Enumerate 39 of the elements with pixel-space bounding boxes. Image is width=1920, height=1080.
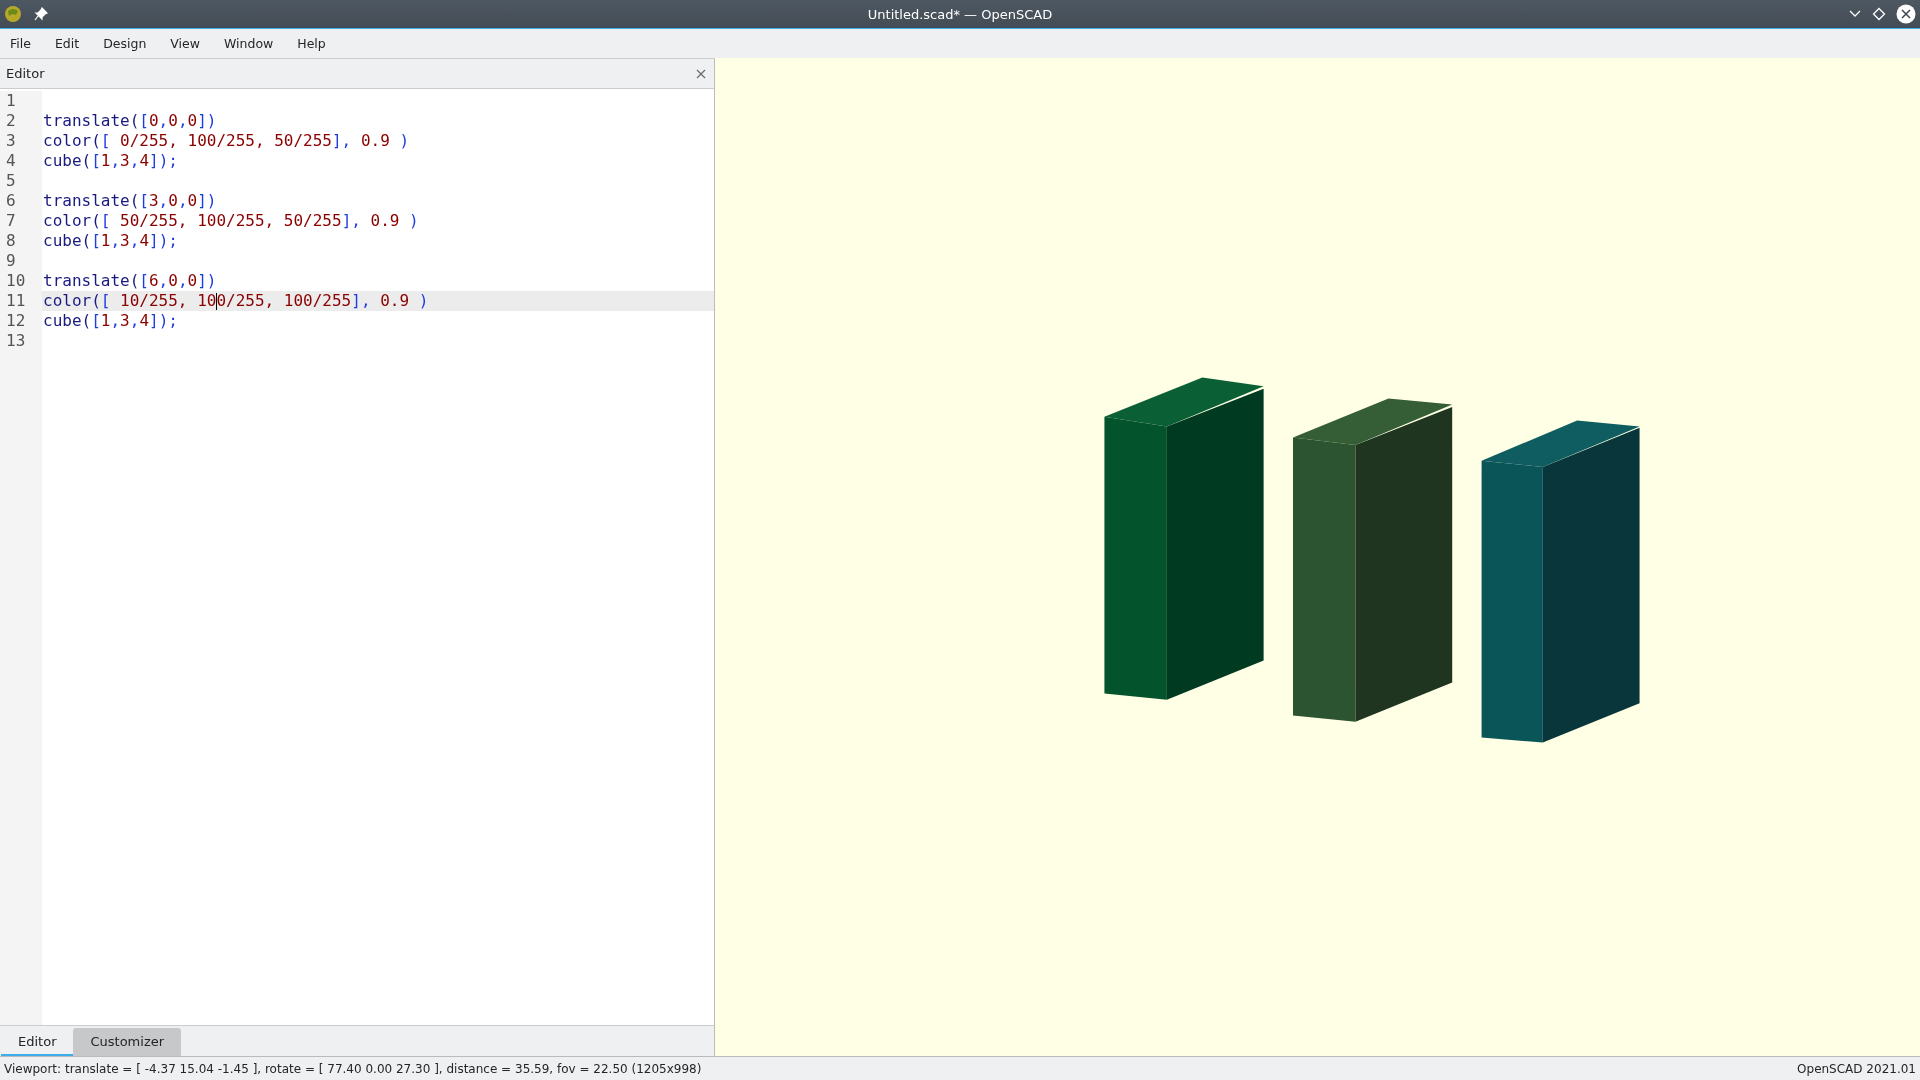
code-line: translate([6,0,0]) <box>43 271 217 290</box>
line-number: 6 <box>5 191 17 211</box>
line-number: 11 <box>5 291 27 311</box>
code-line: color([ 50/255, 100/255, 50/255], 0.9 ) <box>43 211 419 230</box>
menu-item[interactable]: Edit <box>46 36 88 51</box>
viewport-info: Viewport: translate = [ -4.37 15.04 -1.45 ], rotate = [ 77.40 0.00 27.30 ], distance = 35.59, fov = 22.50 (1205x998) <box>4 1061 702 1076</box>
code-line: color([ 0/255, 100/255, 50/255], 0.9 ) <box>43 131 410 150</box>
line-number: 8 <box>5 231 17 251</box>
line-number: 3 <box>5 131 17 151</box>
line-number: 5 <box>5 171 17 191</box>
close-icon[interactable] <box>696 68 706 79</box>
menu-item[interactable]: File <box>2 36 39 51</box>
version-label: OpenSCAD 2021.01 <box>1797 1061 1916 1076</box>
app-logo-icon <box>4 5 22 23</box>
menu-item[interactable]: Window <box>216 36 282 51</box>
line-number: 7 <box>5 211 17 231</box>
code-line: cube([1,3,4]); <box>43 311 178 330</box>
tab[interactable]: Customizer <box>73 1028 182 1056</box>
line-number: 10 <box>5 271 27 291</box>
line-number: 1 <box>5 91 17 111</box>
line-number: 4 <box>5 151 17 171</box>
code-line: cube([1,3,4]); <box>43 151 178 170</box>
menu-item[interactable]: View <box>162 36 208 51</box>
line-number: 2 <box>5 111 17 131</box>
minimize-chevron-icon[interactable] <box>1848 9 1862 19</box>
close-icon[interactable] <box>1896 4 1916 24</box>
maximize-diamond-icon[interactable] <box>1872 7 1886 21</box>
3d-viewport[interactable] <box>715 58 1920 1056</box>
line-number: 9 <box>5 251 17 271</box>
line-number: 13 <box>5 331 27 351</box>
menu-item[interactable]: Help <box>289 36 334 51</box>
line-number: 12 <box>5 311 27 331</box>
menu-item[interactable]: Design <box>95 36 155 51</box>
window-title: Untitled.scad* — OpenSCAD <box>867 6 1053 22</box>
code-line: translate([3,0,0]) <box>43 191 217 210</box>
pin-icon[interactable] <box>34 7 48 21</box>
panel-title: Editor <box>6 66 45 81</box>
code-line: translate([0,0,0]) <box>43 111 217 130</box>
code-line: cube([1,3,4]); <box>43 231 178 250</box>
